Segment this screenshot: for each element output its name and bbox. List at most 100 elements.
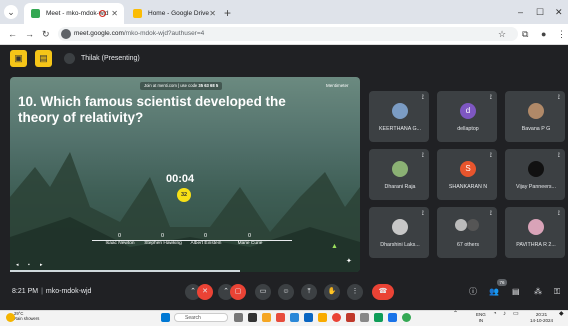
slide-progress: [10, 270, 240, 272]
participant-name: dellaptop: [457, 126, 479, 132]
tab-drive[interactable]: Home - Google Drive ✕: [126, 3, 222, 24]
settings-icon[interactable]: ✦: [346, 257, 352, 265]
avatar: [392, 103, 408, 119]
present-button[interactable]: ⤒: [301, 284, 317, 300]
leave-call-button[interactable]: ☎: [372, 284, 394, 300]
mic-off-icon: ⟟: [489, 211, 492, 217]
question-text: 10. Which famous scientist developed the…: [18, 94, 286, 125]
participant-tile[interactable]: ⟟ S SHANKARAN N: [437, 149, 497, 200]
mic-off-icon: ⟟: [421, 95, 424, 101]
option-value: 0: [248, 233, 252, 239]
site-info-icon[interactable]: [61, 29, 71, 39]
avatar: S: [460, 161, 476, 177]
countdown-timer: 00:04: [166, 173, 195, 185]
next-slide-icon[interactable]: ▸: [40, 262, 43, 268]
people-icon[interactable]: 👥: [489, 285, 499, 299]
edge-icon[interactable]: [290, 313, 299, 322]
mic-off-icon: ⟟: [421, 211, 424, 217]
bookmark-star-icon[interactable]: ☆: [498, 24, 506, 44]
slide-menu-icon[interactable]: ▪: [28, 262, 30, 268]
app-icon[interactable]: [276, 313, 285, 322]
mic-toggle-button[interactable]: ✕: [197, 284, 213, 300]
reload-icon[interactable]: ↻: [42, 24, 50, 44]
app-icon[interactable]: [318, 313, 327, 322]
url-text[interactable]: meet.google.com/mko-mdok-wjd?authuser=4: [74, 27, 204, 41]
tab-search-icon[interactable]: ⌄: [4, 5, 18, 19]
participant-name: SHANKARAN N: [448, 184, 488, 190]
drive-favicon-icon: [133, 9, 142, 18]
participant-tile[interactable]: ⟟ Dharshini Laks...: [369, 207, 429, 258]
menu-kebab-icon[interactable]: ⋮: [557, 24, 566, 44]
prev-slide-icon[interactable]: ◂: [16, 262, 19, 268]
raise-hand-button[interactable]: ✋: [324, 284, 340, 300]
response-count: 32: [177, 188, 191, 202]
participant-tile[interactable]: ⟟ d dellaptop: [437, 91, 497, 142]
emoji-button[interactable]: ☺: [278, 284, 294, 300]
avatar: [528, 103, 544, 119]
option-label: Isaac Newton: [105, 241, 135, 246]
start-icon[interactable]: [161, 313, 170, 322]
chat-icon[interactable]: ▤: [512, 285, 520, 299]
notifications-icon[interactable]: ◆: [559, 311, 564, 318]
forward-icon[interactable]: →: [25, 24, 34, 44]
maximize-icon[interactable]: ☐: [536, 0, 544, 24]
activities-icon[interactable]: ⁂: [534, 285, 542, 299]
tray-chevron-icon[interactable]: ⌃: [453, 311, 458, 318]
others-count: 67 others: [456, 242, 480, 248]
meet-favicon-icon: [31, 9, 40, 18]
mic-off-icon: ⟟: [557, 95, 560, 101]
region-text: IN: [478, 317, 484, 323]
weather-widget[interactable]: 29°C Rain showers: [14, 311, 39, 321]
language-indicator[interactable]: ENG IN: [476, 312, 486, 323]
new-tab-button[interactable]: +: [224, 3, 231, 24]
camera-toggle-button[interactable]: ▢: [230, 284, 246, 300]
profile-avatar-icon[interactable]: ●: [541, 24, 546, 44]
weather-text: Rain showers: [14, 316, 40, 321]
network-icon[interactable]: ◔: [493, 311, 497, 318]
app-icon[interactable]: [346, 313, 355, 322]
chrome-icon[interactable]: [332, 313, 341, 322]
participant-tile[interactable]: ⟟ Vijay Panneers...: [505, 149, 565, 200]
activity-icon[interactable]: ▣: [10, 50, 27, 67]
tab-meet[interactable]: Meet - mko-mdok-wjd ✕: [24, 3, 124, 24]
avatar: [528, 219, 544, 235]
explorer-icon[interactable]: [262, 313, 271, 322]
close-tab-icon[interactable]: ✕: [209, 3, 216, 24]
battery-icon[interactable]: ▭: [513, 311, 519, 318]
recording-icon: [99, 10, 106, 17]
minimize-icon[interactable]: –: [518, 0, 523, 24]
avatar: [392, 219, 408, 235]
app-icon[interactable]: [374, 313, 383, 322]
participant-tile[interactable]: ⟟ Bavana P G: [505, 91, 565, 142]
participant-tile[interactable]: ⟟ Dharani Raja: [369, 149, 429, 200]
avatar: [467, 219, 479, 231]
host-controls-icon[interactable]: ⚿: [554, 285, 560, 299]
option-label: Stephen Hawking: [144, 241, 182, 246]
captions-button[interactable]: ▭: [255, 284, 271, 300]
app-icon[interactable]: [248, 313, 257, 322]
mentimeter-brand: Mentimeter: [326, 83, 349, 88]
app-icon[interactable]: [402, 313, 411, 322]
taskbar-search[interactable]: Search: [174, 313, 228, 322]
app-icon[interactable]: [304, 313, 313, 322]
others-tile[interactable]: ⟟ 67 others: [437, 207, 497, 258]
clock[interactable]: 20:21 14-10-2024: [530, 312, 553, 323]
participant-tile[interactable]: ⟟ PAVITHRA R 2...: [505, 207, 565, 258]
mic-off-icon: ⟟: [557, 153, 560, 159]
mic-off-icon: ⟟: [489, 153, 492, 159]
volume-icon[interactable]: ♪: [503, 311, 506, 318]
extensions-icon[interactable]: ⧉: [522, 24, 528, 44]
participant-name: Bavana P G: [521, 126, 551, 132]
participant-name: KEERTHANA G...: [379, 126, 421, 132]
close-window-icon[interactable]: ✕: [555, 0, 563, 24]
participant-tile[interactable]: ⟟ KEERTHANA G...: [369, 91, 429, 142]
document-icon[interactable]: ▤: [35, 50, 52, 67]
reaction-icon[interactable]: ▲: [331, 243, 338, 250]
app-icon[interactable]: [388, 313, 397, 322]
app-icon[interactable]: [360, 313, 369, 322]
taskview-icon[interactable]: [234, 313, 243, 322]
info-icon[interactable]: ⓘ: [469, 285, 477, 299]
close-tab-icon[interactable]: ✕: [111, 3, 118, 24]
more-options-button[interactable]: ⋮: [347, 284, 363, 300]
back-icon[interactable]: ←: [8, 24, 17, 44]
